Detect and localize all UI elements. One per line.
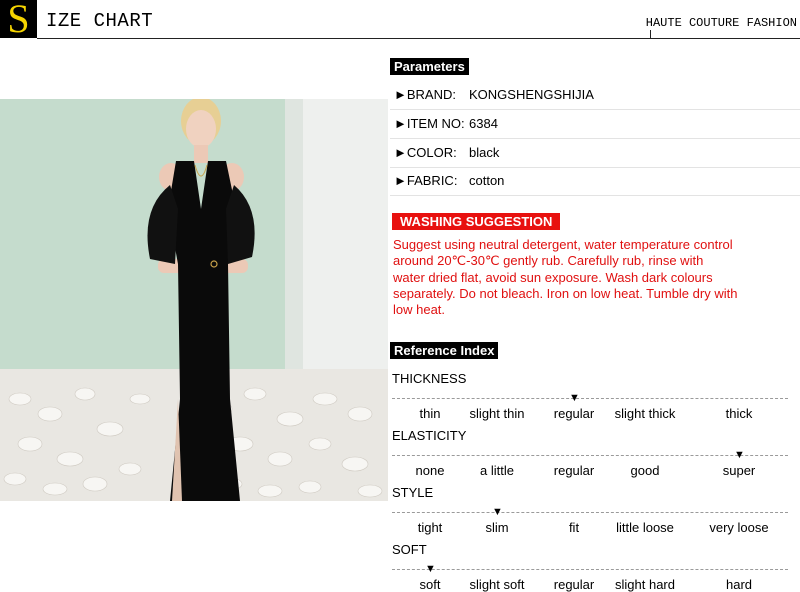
reference-option: good xyxy=(630,463,660,478)
reference-option: fit xyxy=(568,520,580,535)
param-label: ►FABRIC: xyxy=(394,173,458,188)
selected-marker-icon: ▼ xyxy=(492,506,503,518)
param-value: KONGSHENGSHIJIA xyxy=(469,87,594,102)
washing-text: Suggest using neutral detergent, water t… xyxy=(393,237,738,318)
reference-option: regular xyxy=(553,577,595,592)
washing-heading: WASHING SUGGESTION xyxy=(392,213,561,230)
page-title: IZE CHART xyxy=(46,10,154,32)
reference-option: soft xyxy=(419,577,441,592)
header-divider xyxy=(37,38,800,39)
header-divider-tick xyxy=(650,30,651,38)
param-label: ►ITEM NO: xyxy=(394,116,465,131)
reference-option: very loose xyxy=(709,520,769,535)
reference-scale-line xyxy=(392,512,788,515)
model-illustration xyxy=(0,99,388,501)
reference-option: a little xyxy=(480,463,514,478)
selected-marker-icon: ▼ xyxy=(569,392,580,404)
reference-option: thick xyxy=(725,406,753,421)
logo-letter: S xyxy=(0,0,37,39)
param-value: black xyxy=(469,145,500,160)
reference-option: regular xyxy=(553,406,595,421)
param-label: ►BRAND: xyxy=(394,87,456,102)
reference-scale-line xyxy=(392,455,788,458)
parameters-heading: Parameters xyxy=(390,58,469,75)
reference-category-label: SOFT xyxy=(392,542,427,557)
reference-option: none xyxy=(415,463,445,478)
reference-option: slight thin xyxy=(469,406,525,421)
param-value: 6384 xyxy=(469,116,498,131)
reference-option: slim xyxy=(485,520,509,535)
reference-category-label: THICKNESS xyxy=(392,371,467,386)
reference-option: slight hard xyxy=(615,577,675,592)
reference-option: slight soft xyxy=(469,577,525,592)
brand-tagline: HAUTE COUTURE FASHION xyxy=(645,16,797,30)
reference-option: hard xyxy=(725,577,753,592)
reference-option: thin xyxy=(419,406,441,421)
product-photo xyxy=(0,99,388,501)
param-row-color: ►COLOR: black xyxy=(390,139,800,168)
param-row-item-no: ►ITEM NO: 6384 xyxy=(390,110,800,139)
param-value: cotton xyxy=(469,173,505,188)
reference-option: super xyxy=(722,463,756,478)
param-label: ►COLOR: xyxy=(394,145,457,160)
reference-option: slight thick xyxy=(614,406,676,421)
reference-category-label: STYLE xyxy=(392,485,434,500)
reference-scale-line xyxy=(392,569,788,572)
reference-heading: Reference Index xyxy=(390,342,499,359)
reference-option: tight xyxy=(417,520,443,535)
reference-category-label: ELASTICITY xyxy=(392,428,467,443)
reference-scale-line xyxy=(392,398,788,401)
param-row-brand: ►BRAND: KONGSHENGSHIJIA xyxy=(390,81,800,110)
reference-option: little loose xyxy=(616,520,674,535)
reference-option: regular xyxy=(553,463,595,478)
selected-marker-icon: ▼ xyxy=(734,449,745,461)
param-row-fabric: ►FABRIC: cotton xyxy=(390,167,800,196)
selected-marker-icon: ▼ xyxy=(425,563,436,575)
